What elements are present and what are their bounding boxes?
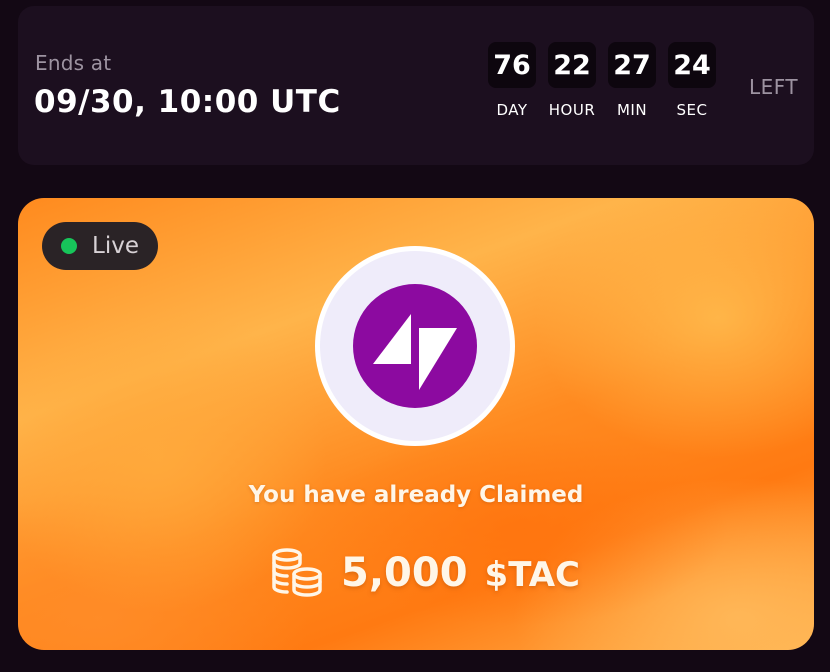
days-label: DAY (496, 101, 528, 119)
coins-stack-icon (272, 548, 322, 597)
minutes-label: MIN (616, 101, 648, 119)
countdown-seconds: 24 SEC (668, 42, 716, 119)
token-logo (315, 246, 515, 446)
countdown-card: Ends at 09/30, 10:00 UTC 76 DAY 22 HOUR … (18, 6, 814, 165)
countdown-days: 76 DAY (488, 42, 536, 119)
hours-value: 22 (548, 42, 596, 88)
ends-at-label: Ends at (35, 51, 112, 75)
ends-at-value: 09/30, 10:00 UTC (34, 84, 341, 120)
days-value: 76 (488, 42, 536, 88)
hours-label: HOUR (548, 101, 596, 119)
claim-amount: 5,000 $TAC (270, 548, 580, 598)
minutes-value: 27 (608, 42, 656, 88)
claim-token-symbol: $TAC (484, 555, 581, 595)
seconds-value: 24 (668, 42, 716, 88)
countdown-hours: 22 HOUR (548, 42, 596, 119)
countdown-minutes: 27 MIN (608, 42, 656, 119)
claim-status-message: You have already Claimed (248, 482, 584, 508)
countdown-timer: 76 DAY 22 HOUR 27 MIN 24 SEC (488, 42, 728, 119)
live-status-badge: Live (42, 222, 158, 270)
live-indicator-dot (61, 238, 77, 254)
time-left-label: LEFT (749, 75, 799, 99)
live-status-label: Live (92, 233, 139, 259)
claim-card: Live You have already Claimed 5,000 $TAC (18, 198, 814, 650)
claim-amount-value: 5,000 (341, 550, 468, 596)
tac-logo-icon (353, 284, 477, 408)
seconds-label: SEC (676, 101, 708, 119)
